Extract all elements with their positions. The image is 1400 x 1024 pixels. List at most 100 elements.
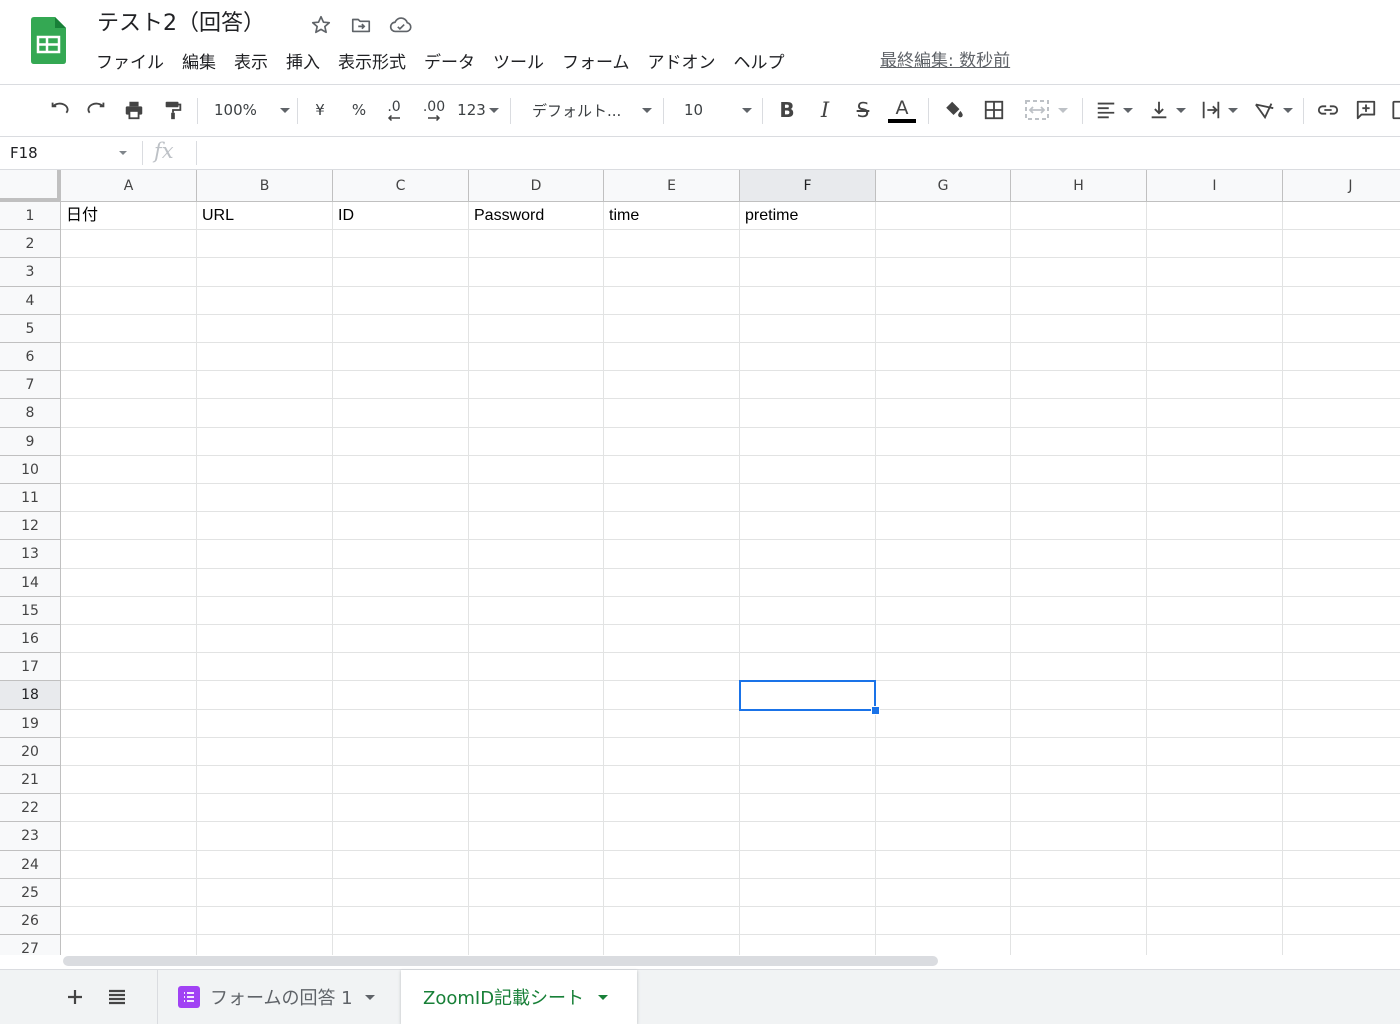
fill-color-icon[interactable] (940, 95, 968, 125)
column-header-d[interactable]: D (469, 170, 604, 202)
row-header-18[interactable]: 18 (0, 681, 61, 710)
currency-format-button[interactable]: ¥ (308, 95, 332, 125)
fill-handle[interactable] (871, 706, 880, 715)
insert-chart-icon[interactable] (1390, 95, 1400, 125)
move-folder-icon[interactable] (348, 12, 374, 38)
menu-addons[interactable]: アドオン (639, 50, 725, 76)
row-header-7[interactable]: 7 (0, 371, 61, 399)
column-header-f[interactable]: F (740, 170, 876, 202)
italic-button[interactable]: I (812, 95, 838, 125)
menu-edit[interactable]: 編集 (173, 50, 225, 76)
column-header-e[interactable]: E (604, 170, 740, 202)
cell-e1[interactable]: time (604, 202, 739, 230)
last-edit-link[interactable]: 最終編集: 数秒前 (880, 48, 1010, 74)
document-title[interactable]: テスト2（回答） (97, 8, 265, 40)
all-sheets-menu-icon[interactable] (102, 982, 132, 1012)
row-header-27[interactable]: 27 (0, 935, 61, 955)
merge-cells-button[interactable] (1018, 95, 1074, 125)
strikethrough-button[interactable]: S (850, 95, 876, 125)
menu-format[interactable]: 表示形式 (329, 50, 415, 76)
text-rotation-button[interactable] (1250, 95, 1296, 125)
borders-icon[interactable] (980, 95, 1008, 125)
column-header-c[interactable]: C (333, 170, 469, 202)
row-header-25[interactable]: 25 (0, 879, 61, 907)
cloud-saved-icon[interactable] (388, 12, 414, 38)
star-icon[interactable] (308, 12, 334, 38)
row-header-17[interactable]: 17 (0, 653, 61, 681)
sheet-tab-form-responses[interactable]: フォームの回答 1 (157, 970, 399, 1024)
paint-format-icon[interactable] (158, 95, 188, 125)
vertical-align-button[interactable] (1146, 95, 1188, 125)
redo-icon[interactable] (82, 95, 112, 125)
column-header-h[interactable]: H (1011, 170, 1147, 202)
column-header-g[interactable]: G (876, 170, 1011, 202)
row-header-10[interactable]: 10 (0, 456, 61, 484)
cell-a1[interactable]: 日付 (61, 202, 196, 230)
horizontal-align-button[interactable] (1093, 95, 1135, 125)
column-header-b[interactable]: B (197, 170, 333, 202)
text-wrap-button[interactable] (1197, 95, 1241, 125)
row-header-12[interactable]: 12 (0, 512, 61, 540)
sheet-tab-zoomid[interactable]: ZoomID記載シート (401, 970, 637, 1024)
column-header-i[interactable]: I (1147, 170, 1283, 202)
row-header-26[interactable]: 26 (0, 907, 61, 935)
row-header-16[interactable]: 16 (0, 625, 61, 653)
row-header-23[interactable]: 23 (0, 822, 61, 851)
select-all-corner[interactable] (0, 170, 61, 202)
menu-help[interactable]: ヘルプ (725, 50, 794, 76)
more-formats-select[interactable]: 123 (456, 95, 500, 125)
row-header-3[interactable]: 3 (0, 258, 61, 287)
chevron-down-icon[interactable] (364, 994, 375, 1000)
print-icon[interactable] (119, 95, 149, 125)
menu-view[interactable]: 表示 (225, 50, 277, 76)
row-header-21[interactable]: 21 (0, 766, 61, 794)
formula-bar: F18 fx (0, 137, 1400, 170)
zoom-value: 100% (214, 101, 257, 119)
row-header-24[interactable]: 24 (0, 851, 61, 879)
name-box[interactable]: F18 (0, 137, 137, 169)
insert-link-icon[interactable] (1313, 95, 1343, 125)
chevron-down-icon[interactable] (598, 994, 609, 1000)
zoom-select[interactable]: 100% (214, 95, 290, 125)
row-header-22[interactable]: 22 (0, 794, 61, 822)
cell-c1[interactable]: ID (333, 202, 468, 230)
cell-f1[interactable]: pretime (740, 202, 875, 230)
row-header-19[interactable]: 19 (0, 710, 61, 738)
row-header-14[interactable]: 14 (0, 569, 61, 597)
horizontal-scrollbar[interactable] (63, 956, 938, 966)
menu-file[interactable]: ファイル (87, 50, 173, 76)
cell-b1[interactable]: URL (197, 202, 332, 230)
font-family-select[interactable]: デフォルト... (532, 95, 652, 125)
formula-input[interactable] (205, 137, 1395, 169)
insert-comment-icon[interactable] (1352, 95, 1380, 125)
menu-form[interactable]: フォーム (553, 50, 639, 76)
row-header-13[interactable]: 13 (0, 540, 61, 569)
row-header-20[interactable]: 20 (0, 738, 61, 766)
row-header-11[interactable]: 11 (0, 484, 61, 512)
undo-icon[interactable] (44, 95, 74, 125)
row-header-5[interactable]: 5 (0, 315, 61, 343)
row-header-4[interactable]: 4 (0, 287, 61, 315)
menu-insert[interactable]: 挿入 (277, 50, 329, 76)
percent-format-button[interactable]: % (347, 95, 371, 125)
increase-decimal-button[interactable]: .00 (418, 95, 450, 125)
row-header-6[interactable]: 6 (0, 343, 61, 371)
column-header-a[interactable]: A (61, 170, 197, 202)
menu-data[interactable]: データ (415, 50, 484, 76)
cell-d1[interactable]: Password (469, 202, 603, 230)
row-header-15[interactable]: 15 (0, 597, 61, 625)
row-header-1[interactable]: 1 (0, 202, 61, 230)
sheets-logo-icon[interactable] (31, 17, 66, 64)
menu-tools[interactable]: ツール (484, 50, 553, 76)
bold-button[interactable]: B (774, 95, 800, 125)
row-header-9[interactable]: 9 (0, 428, 61, 456)
column-header-j[interactable]: J (1283, 170, 1400, 202)
decrease-decimal-button[interactable]: .0 (380, 95, 408, 125)
text-color-button[interactable]: A (886, 95, 918, 125)
spreadsheet-grid[interactable]: A B C D E F G H I J 1 2 3 4 5 6 7 8 9 10 11 12 13 14 15 16 17 18 19 2… (0, 170, 1400, 955)
row-header-8[interactable]: 8 (0, 399, 61, 428)
font-size-select[interactable]: 10 (684, 95, 752, 125)
row-header-2[interactable]: 2 (0, 230, 61, 258)
active-cell-selection[interactable] (739, 680, 876, 711)
add-sheet-icon[interactable] (60, 982, 90, 1012)
